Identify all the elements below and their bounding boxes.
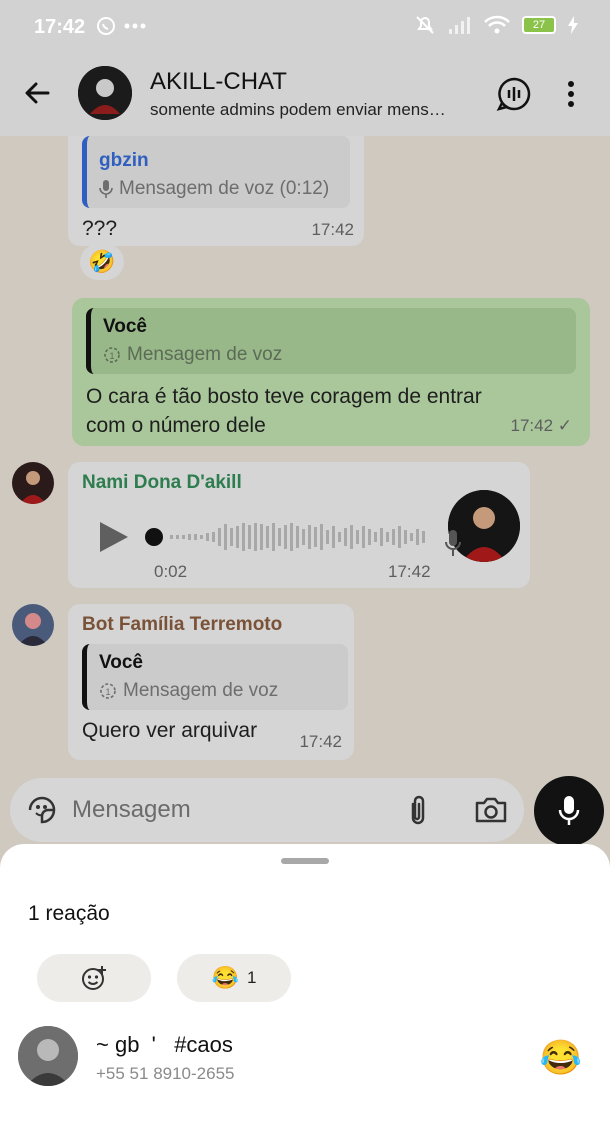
reactor-avatar[interactable] — [18, 1026, 78, 1086]
wifi-icon — [484, 15, 510, 34]
reactor-avatar-image — [18, 1026, 78, 1086]
message-text-line-2: com o número dele — [86, 414, 266, 437]
chat-messages: gbzin Mensagem de voz (0:12) ??? 17:42 🤣… — [0, 136, 610, 844]
charging-icon — [568, 16, 578, 34]
quote-body: Mensagem de voz (0:12) — [99, 178, 338, 200]
audio-waveform[interactable] — [144, 520, 434, 554]
quote-author: Você — [99, 652, 144, 673]
status-time: 17:42 — [34, 16, 86, 38]
chat-subtitle[interactable]: somente admins podem enviar mens… — [150, 100, 446, 120]
message-time: 17:42 — [388, 562, 431, 581]
record-voice-button[interactable] — [534, 776, 604, 846]
reaction-chip[interactable]: 🤣 — [80, 244, 124, 280]
message-time: 17:42 — [311, 220, 354, 239]
quoted-message[interactable]: Você 1 Mensagem de voz — [82, 644, 348, 710]
reaction-filter-emoji: 😂 — [211, 965, 239, 990]
view-once-icon: 1 — [104, 347, 120, 363]
add-reaction-icon — [82, 966, 106, 990]
message-composer[interactable]: Mensagem — [10, 778, 524, 842]
back-arrow-icon[interactable] — [22, 78, 52, 108]
quote-body-text: Mensagem de voz — [123, 680, 279, 701]
view-once-icon: 1 — [100, 683, 116, 699]
group-avatar-image — [78, 66, 132, 120]
sender-name[interactable]: Nami Dona D'akill — [82, 472, 516, 494]
mic-icon — [558, 796, 580, 825]
sender-avatar[interactable] — [12, 604, 54, 646]
quote-body: 1 Mensagem de voz — [103, 344, 564, 366]
quote-body: 1 Mensagem de voz — [99, 680, 336, 702]
voice-elapsed: 0:02 — [154, 562, 188, 581]
message-bubble[interactable]: Bot Família Terremoto Você 1 Mensagem de… — [68, 604, 354, 760]
message-text-line-1: O cara é tão bosto teve coragem de entra… — [86, 385, 482, 408]
message-input[interactable]: Mensagem — [72, 796, 191, 824]
battery-indicator: 27 — [522, 16, 556, 34]
voice-message-bubble[interactable]: Nami Dona D'akill 0:02 17:42 — [68, 462, 530, 588]
reactions-sheet: 1 reação 😂 1 ~ gb ' #caos +55 51 8910-26… — [0, 844, 610, 1144]
signal-icon — [449, 17, 470, 34]
chat-header: AKILL-CHAT somente admins podem enviar m… — [0, 56, 610, 136]
mic-icon — [445, 530, 461, 556]
quote-author: gbzin — [99, 150, 149, 171]
whatsapp-icon — [97, 17, 115, 35]
sticker-icon[interactable] — [26, 794, 58, 826]
more-vert-icon[interactable] — [566, 80, 576, 108]
add-reaction-button[interactable] — [37, 954, 151, 1002]
quote-body-text: Mensagem de voz — [127, 344, 283, 365]
message-bubble[interactable]: gbzin Mensagem de voz (0:12) ??? 17:42 — [68, 136, 364, 246]
mute-bell-icon — [416, 16, 434, 34]
sender-avatar-image — [12, 604, 54, 646]
more-notifications-icon — [124, 23, 146, 29]
quote-author: Você — [103, 316, 148, 337]
attach-icon[interactable] — [406, 794, 430, 826]
reactor-emoji[interactable]: 😂 — [540, 1038, 582, 1078]
reactions-count-title: 1 reação — [28, 902, 110, 925]
message-bubble[interactable]: Você 1 Mensagem de voz O cara é tão bost… — [72, 298, 590, 446]
status-bar: 17:42 27 — [0, 0, 610, 56]
sender-avatar[interactable] — [12, 462, 54, 504]
svg-text:1: 1 — [109, 351, 114, 361]
svg-text:1: 1 — [105, 687, 110, 697]
chat-title[interactable]: AKILL-CHAT — [150, 68, 287, 96]
voice-chat-icon[interactable] — [496, 76, 532, 112]
group-avatar[interactable] — [78, 66, 132, 120]
message-time: 17:42 — [299, 732, 342, 751]
sender-avatar-image — [12, 462, 54, 504]
quoted-message[interactable]: Você 1 Mensagem de voz — [86, 308, 576, 374]
message-text: ??? — [82, 217, 118, 240]
quote-body-text: Mensagem de voz (0:12) — [119, 178, 330, 199]
message-time: 17:42 ✓ — [510, 416, 572, 435]
sheet-drag-handle[interactable] — [281, 858, 329, 864]
reactor-name[interactable]: ~ gb ' #caos — [96, 1032, 233, 1058]
reaction-filter-pill[interactable]: 😂 1 — [177, 954, 291, 1002]
quoted-message[interactable]: gbzin Mensagem de voz (0:12) — [82, 136, 350, 208]
play-icon[interactable] — [98, 520, 130, 554]
reaction-filter-count: 1 — [246, 968, 257, 987]
camera-icon[interactable] — [474, 796, 508, 824]
reactor-phone: +55 51 8910-2655 — [96, 1064, 235, 1083]
mic-icon — [99, 180, 113, 198]
sender-name[interactable]: Bot Família Terremoto — [82, 614, 340, 636]
